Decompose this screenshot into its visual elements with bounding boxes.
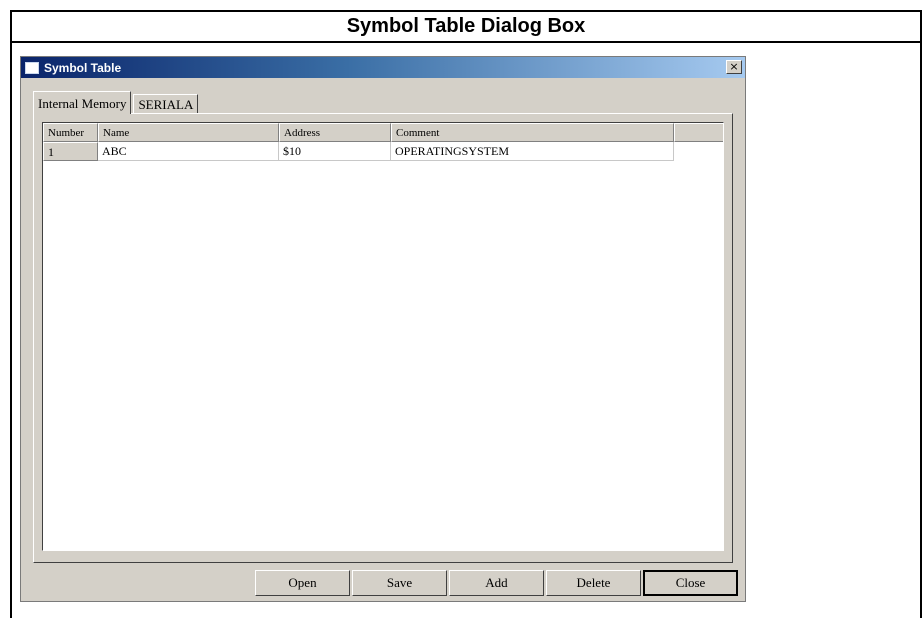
close-button[interactable]: Close	[643, 570, 738, 596]
name-cell[interactable]: ABC	[98, 142, 279, 161]
column-header-name[interactable]: Name	[98, 123, 279, 142]
symbol-table-dialog: Symbol Table × Internal Memory SERIALA N…	[20, 56, 746, 602]
address-cell[interactable]: $10	[279, 142, 391, 161]
tab-internal-memory[interactable]: Internal Memory	[33, 91, 132, 114]
button-bar: Open Save Add Delete Close	[255, 570, 740, 596]
tab-seriala[interactable]: SERIALA	[133, 94, 199, 114]
document-title: Symbol Table Dialog Box	[346, 15, 586, 37]
close-icon[interactable]: ×	[726, 60, 742, 74]
column-header-comment[interactable]: Comment	[391, 123, 674, 142]
column-header-filler	[674, 123, 723, 142]
header-row: Number Name Address Comment	[43, 123, 723, 142]
window-title: Symbol Table	[44, 60, 122, 75]
column-header-number[interactable]: Number	[43, 123, 98, 142]
open-button[interactable]: Open	[255, 570, 350, 596]
window-icon	[25, 61, 39, 74]
save-button[interactable]: Save	[352, 570, 447, 596]
document-header: Symbol Table Dialog Box	[10, 10, 922, 43]
tab-panel: Number Name Address Comment 1 ABC $10 OP…	[33, 113, 733, 563]
title-bar[interactable]: Symbol Table ×	[21, 57, 745, 78]
comment-cell[interactable]: OPERATINGSYSTEM	[391, 142, 674, 161]
column-header-address[interactable]: Address	[279, 123, 391, 142]
table-row[interactable]: 1 ABC $10 OPERATINGSYSTEM	[43, 142, 674, 161]
symbol-grid[interactable]: Number Name Address Comment 1 ABC $10 OP…	[42, 122, 724, 551]
tab-strip: Internal Memory SERIALA	[33, 90, 200, 114]
row-number-cell[interactable]: 1	[43, 142, 98, 161]
delete-button[interactable]: Delete	[546, 570, 641, 596]
add-button[interactable]: Add	[449, 570, 544, 596]
